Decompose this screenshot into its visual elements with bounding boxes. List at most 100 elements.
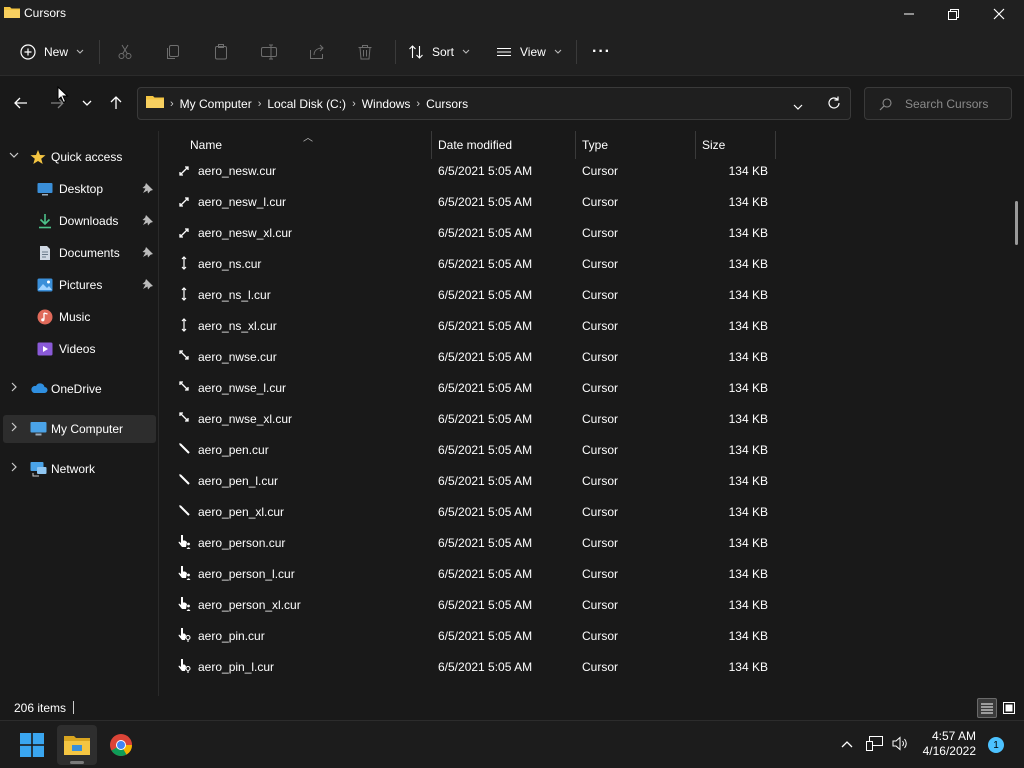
delete-button[interactable] — [357, 36, 373, 68]
column-divider[interactable] — [431, 131, 432, 159]
file-date-modified: 6/5/2021 5:05 AM — [438, 226, 533, 240]
table-row[interactable]: aero_nwse.cur 6/5/2021 5:05 AM Cursor 134 K… — [160, 341, 1024, 372]
sidebar-item-quick-access[interactable]: Quick access — [3, 143, 156, 171]
chrome-taskbar-button[interactable] — [101, 725, 141, 765]
start-button[interactable] — [12, 725, 52, 765]
cut-button[interactable] — [117, 36, 133, 68]
table-row[interactable]: aero_ns.cur 6/5/2021 5:05 AM Cursor 134 KB — [160, 248, 1024, 279]
clock[interactable]: 4:57 AM 4/16/2022 — [912, 729, 976, 759]
arrow-up-icon — [110, 96, 122, 109]
refresh-button[interactable] — [827, 96, 841, 113]
pane-splitter[interactable] — [158, 131, 159, 696]
pen-cursor-icon — [179, 443, 190, 454]
paste-button[interactable] — [213, 36, 229, 68]
file-name: aero_nesw.cur — [198, 164, 277, 178]
file-size: 134 KB — [728, 226, 768, 240]
table-row[interactable]: aero_pen_xl.cur 6/5/2021 5:05 AM Cursor 134… — [160, 496, 1024, 527]
file-type: Cursor — [582, 257, 619, 271]
breadcrumb-item[interactable]: Cursors — [426, 97, 468, 111]
sidebar-item-pictures[interactable]: Pictures — [3, 271, 156, 299]
breadcrumb-item[interactable]: Windows — [362, 97, 411, 111]
rename-button[interactable] — [261, 36, 277, 68]
file-date-modified: 6/5/2021 5:05 AM — [438, 536, 533, 550]
recent-locations-button[interactable] — [75, 91, 99, 115]
pin-icon — [142, 279, 153, 290]
table-row[interactable]: aero_nesw.cur 6/5/2021 5:05 AM Cursor 134 K… — [160, 155, 1024, 186]
column-divider[interactable] — [575, 131, 576, 159]
breadcrumb: › My Computer › Local Disk (C:) › Window… — [146, 88, 468, 119]
up-button[interactable] — [104, 91, 128, 115]
pen-cursor-icon — [179, 474, 190, 485]
download-icon — [39, 214, 51, 229]
copy-button[interactable] — [165, 36, 181, 68]
navigation-pane: Quick access Desktop Downloads Documents… — [0, 131, 158, 696]
table-row[interactable]: aero_ns_xl.cur 6/5/2021 5:05 AM Cursor 134 … — [160, 310, 1024, 341]
ns-cursor-icon — [181, 318, 187, 332]
details-view-button[interactable] — [977, 698, 997, 718]
view-button[interactable]: View — [496, 36, 562, 68]
network-tray-icon[interactable] — [866, 736, 883, 754]
breadcrumb-item[interactable]: Local Disk (C:) — [267, 97, 346, 111]
new-button[interactable]: New — [20, 36, 84, 68]
table-row[interactable]: aero_pen.cur 6/5/2021 5:05 AM Cursor 134 KB — [160, 434, 1024, 465]
sort-button[interactable]: Sort — [408, 36, 470, 68]
table-row[interactable]: aero_pin_l.cur 6/5/2021 5:05 AM Cursor 134 … — [160, 651, 1024, 682]
large-icons-view-button[interactable] — [999, 698, 1019, 718]
file-name: aero_nesw_l.cur — [198, 195, 287, 209]
vertical-scrollbar-thumb[interactable] — [1015, 201, 1018, 245]
sidebar-item-videos[interactable]: Videos — [3, 335, 156, 363]
sidebar-item-desktop[interactable]: Desktop — [3, 175, 156, 203]
maximize-button[interactable] — [930, 0, 976, 28]
sidebar-item-network[interactable]: Network — [3, 455, 156, 483]
sidebar-item-my-computer[interactable]: My Computer — [3, 415, 156, 443]
sidebar-item-music[interactable]: Music — [3, 303, 156, 331]
table-row[interactable]: aero_person.cur 6/5/2021 5:05 AM Cursor 134… — [160, 527, 1024, 558]
close-button[interactable] — [976, 0, 1022, 28]
more-options-button[interactable]: ··· — [592, 36, 611, 68]
column-header-date[interactable]: Date modified — [438, 138, 512, 152]
person-cursor-icon — [178, 535, 191, 549]
column-header-name[interactable]: Name — [190, 138, 222, 152]
file-size: 134 KB — [728, 629, 768, 643]
speaker-icon — [892, 736, 907, 751]
share-button[interactable] — [309, 36, 325, 68]
table-row[interactable]: aero_pin.cur 6/5/2021 5:05 AM Cursor 134 KB — [160, 620, 1024, 651]
table-row[interactable]: aero_nwse_l.cur 6/5/2021 5:05 AM Cursor 134… — [160, 372, 1024, 403]
table-row[interactable]: aero_nesw_l.cur 6/5/2021 5:05 AM Cursor 134… — [160, 186, 1024, 217]
table-row[interactable]: aero_pen_l.cur 6/5/2021 5:05 AM Cursor 134 … — [160, 465, 1024, 496]
table-row[interactable]: aero_ns_l.cur 6/5/2021 5:05 AM Cursor 134 K… — [160, 279, 1024, 310]
sidebar-item-documents[interactable]: Documents — [3, 239, 156, 267]
table-row[interactable]: aero_person_l.cur 6/5/2021 5:05 AM Cursor 1… — [160, 558, 1024, 589]
address-bar[interactable]: › My Computer › Local Disk (C:) › Window… — [137, 87, 851, 120]
details-view-icon — [981, 703, 993, 714]
table-row[interactable]: aero_nesw_xl.cur 6/5/2021 5:05 AM Cursor 13… — [160, 217, 1024, 248]
column-header-size[interactable]: Size — [702, 138, 725, 152]
toolbar-separator — [395, 40, 396, 64]
file-name: aero_ns.cur — [198, 257, 262, 271]
notification-badge[interactable]: 1 — [988, 737, 1004, 753]
chevron-up-icon — [841, 741, 853, 748]
table-row[interactable]: aero_nwse_xl.cur 6/5/2021 5:05 AM Cursor 13… — [160, 403, 1024, 434]
search-box[interactable]: Search Cursors — [864, 87, 1012, 120]
chevron-right-icon — [11, 422, 17, 432]
pictures-icon — [37, 278, 53, 292]
clock-time: 4:57 AM — [931, 729, 976, 743]
breadcrumb-item[interactable]: My Computer — [180, 97, 252, 111]
file-explorer-taskbar-button[interactable] — [57, 725, 97, 765]
windows-logo-icon — [20, 733, 44, 757]
column-divider[interactable] — [695, 131, 696, 159]
sidebar-item-downloads[interactable]: Downloads — [3, 207, 156, 235]
taskbar: 4:57 AM 4/16/2022 1 — [0, 720, 1024, 768]
pin-cursor-icon — [178, 659, 191, 673]
copy-icon — [167, 45, 179, 59]
back-button[interactable] — [9, 91, 33, 115]
sidebar-item-onedrive[interactable]: OneDrive — [3, 375, 156, 403]
table-row[interactable]: aero_person_xl.cur 6/5/2021 5:05 AM Cursor… — [160, 589, 1024, 620]
sort-label: Sort — [432, 45, 455, 59]
volume-tray-icon[interactable] — [892, 736, 909, 754]
address-dropdown-button[interactable] — [793, 99, 803, 113]
show-hidden-icons-button[interactable] — [841, 737, 853, 751]
column-header-type[interactable]: Type — [582, 138, 608, 152]
column-divider[interactable] — [775, 131, 776, 159]
minimize-button[interactable] — [886, 0, 932, 28]
